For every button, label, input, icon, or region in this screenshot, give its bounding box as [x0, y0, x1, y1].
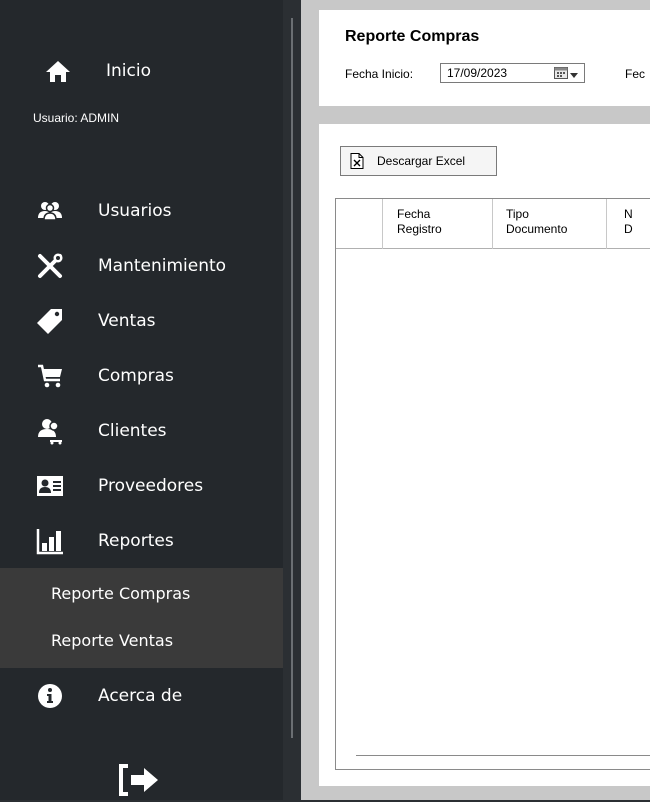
download-excel-label: Descargar Excel	[377, 154, 466, 168]
column-separator	[606, 199, 607, 249]
sidebar-item-label: Mantenimiento	[98, 256, 227, 276]
info-icon	[34, 680, 66, 712]
sidebar-item-clientes[interactable]: Clientes	[0, 410, 283, 452]
submenu-item-reporte-ventas[interactable]: Reporte Ventas	[0, 616, 283, 664]
sidebar-item-label: Reportes	[98, 531, 174, 551]
sidebar-item-reportes[interactable]: Reportes	[0, 520, 283, 562]
sidebar-item-label: Compras	[98, 366, 174, 386]
column-header-line: Fecha	[397, 207, 431, 221]
fecha-inicio-value: 17/09/2023	[447, 66, 508, 80]
sidebar-item-label: Clientes	[98, 421, 167, 441]
sidebar: Inicio Usuario: ADMIN Usuarios Mantenimi…	[0, 0, 283, 800]
sidebar-item-mantenimiento[interactable]: Mantenimiento	[0, 245, 283, 287]
home-icon	[42, 55, 74, 87]
fecha-fin-label: Fec	[625, 67, 646, 81]
sidebar-item-label: Proveedores	[98, 476, 204, 496]
column-header-line: Tipo	[506, 207, 529, 221]
page-title: Reporte Compras	[345, 28, 480, 45]
current-user: Usuario: ADMIN	[33, 111, 119, 125]
main-content: Reporte Compras Fecha Inicio: 17/09/2023	[301, 0, 650, 800]
column-header-line: Registro	[397, 222, 442, 236]
column-header-numero-documento[interactable]: N D	[624, 207, 633, 237]
excel-file-icon	[350, 153, 364, 169]
chevron-down-icon	[570, 64, 578, 83]
sidebar-item-inicio[interactable]: Inicio	[0, 50, 283, 92]
column-header-line: D	[624, 222, 633, 236]
column-header-line: N	[624, 207, 633, 221]
tools-icon	[34, 250, 66, 282]
column-separator	[382, 199, 383, 249]
results-panel: Descargar Excel Fecha Registro Tipo Docu…	[319, 124, 650, 786]
horizontal-scrollbar[interactable]	[356, 755, 650, 756]
calendar-icon	[554, 64, 568, 83]
sidebar-item-compras[interactable]: Compras	[0, 355, 283, 397]
fecha-inicio-label: Fecha Inicio:	[345, 67, 414, 81]
column-header-tipo-documento[interactable]: Tipo Documento	[506, 207, 567, 237]
sidebar-item-acerca-de[interactable]: Acerca de	[0, 675, 283, 717]
clients-icon	[34, 415, 66, 447]
calendar-dropdown-button[interactable]	[551, 66, 581, 80]
filter-panel: Reporte Compras Fecha Inicio: 17/09/2023	[319, 10, 650, 106]
column-separator	[492, 199, 493, 249]
submenu-item-reporte-compras[interactable]: Reporte Compras	[0, 569, 283, 617]
download-excel-button[interactable]: Descargar Excel	[340, 146, 497, 176]
users-icon	[34, 195, 66, 227]
splitter[interactable]	[291, 18, 293, 738]
submenu-item-label: Reporte Compras	[51, 583, 191, 603]
sidebar-item-label: Acerca de	[98, 686, 183, 706]
sidebar-item-proveedores[interactable]: Proveedores	[0, 465, 283, 507]
logout-button[interactable]	[116, 762, 166, 798]
sidebar-item-label: Inicio	[106, 61, 151, 81]
fecha-inicio-datepicker[interactable]: 17/09/2023	[440, 63, 585, 83]
reportes-submenu: Reporte Compras Reporte Ventas	[0, 568, 283, 668]
cart-icon	[34, 360, 66, 392]
user-label: Usuario:	[33, 111, 78, 125]
purchases-data-grid[interactable]: Fecha Registro Tipo Documento N D	[335, 198, 650, 770]
submenu-item-label: Reporte Ventas	[51, 630, 174, 650]
user-value: ADMIN	[80, 111, 120, 125]
logout-icon	[116, 762, 166, 802]
grid-header: Fecha Registro Tipo Documento N D	[336, 199, 650, 249]
bar-chart-icon	[34, 525, 66, 557]
sidebar-item-ventas[interactable]: Ventas	[0, 300, 283, 342]
sidebar-item-usuarios[interactable]: Usuarios	[0, 190, 283, 232]
id-card-icon	[34, 470, 66, 502]
sidebar-item-label: Usuarios	[98, 201, 172, 221]
column-header-fecha-registro[interactable]: Fecha Registro	[397, 207, 442, 237]
tag-icon	[34, 305, 66, 337]
sidebar-item-label: Ventas	[98, 311, 156, 331]
column-header-line: Documento	[506, 222, 568, 236]
